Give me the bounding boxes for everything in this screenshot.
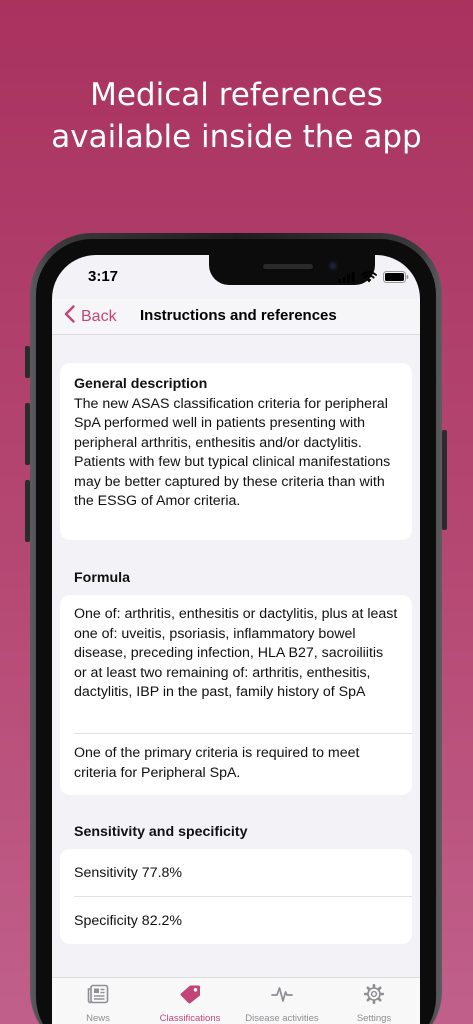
signal-icon	[338, 271, 355, 283]
tab-news[interactable]: News	[52, 984, 144, 1024]
tab-label: Disease activities	[245, 1013, 319, 1024]
general-description-card: General description The new ASAS classif…	[60, 363, 412, 540]
formula-header: Formula	[74, 570, 130, 586]
general-description-title: General description	[74, 376, 208, 392]
tab-bar: News Classifications Disease activities	[52, 977, 420, 1024]
gear-icon	[363, 983, 385, 1009]
tab-disease-activities[interactable]: Disease activities	[236, 984, 328, 1024]
back-button[interactable]: Back	[64, 305, 117, 328]
tab-classifications[interactable]: Classifications	[144, 984, 236, 1024]
specificity-row: Specificity 82.2%	[74, 912, 183, 929]
page-title: Instructions and references	[140, 307, 337, 324]
tab-label: Classifications	[159, 1013, 221, 1024]
formula-item: One of the primary criteria is required …	[74, 745, 360, 781]
general-description-text: The new ASAS classification criteria for…	[74, 395, 391, 510]
formula-card: One of: arthritis, enthesitis or dactyli…	[60, 595, 412, 795]
promo-line-2: available inside the app	[51, 119, 422, 155]
newspaper-icon	[87, 984, 109, 1009]
references-content[interactable]: General description The new ASAS classif…	[52, 336, 420, 976]
battery-icon	[383, 271, 409, 283]
pulse-icon	[271, 984, 293, 1009]
sensitivity-header: Sensitivity and specificity	[74, 824, 248, 840]
status-icons	[338, 271, 409, 283]
status-time: 3:17	[88, 268, 119, 285]
tab-label: Settings	[356, 1013, 392, 1024]
tab-settings[interactable]: Settings	[328, 983, 420, 1024]
tab-label: News	[86, 1013, 110, 1024]
app-screen: 3:17 Back Instructions and references Ge…	[52, 255, 420, 1024]
formula-item: One of: arthritis, enthesitis or dactyli…	[74, 606, 398, 700]
sensitivity-card: Sensitivity 77.8% Specificity 82.2%	[60, 849, 412, 944]
chevron-left-icon	[64, 305, 81, 328]
promo-headline: Medical references available inside the …	[0, 74, 473, 158]
status-bar: 3:17	[52, 255, 420, 299]
sensitivity-row: Sensitivity 77.8%	[74, 864, 183, 881]
promo-line-1: Medical references	[90, 77, 383, 113]
navigation-bar: Back Instructions and references	[52, 299, 420, 335]
wifi-icon	[361, 271, 377, 283]
tag-icon	[179, 984, 201, 1009]
back-label: Back	[81, 307, 117, 325]
power-button	[442, 430, 447, 530]
